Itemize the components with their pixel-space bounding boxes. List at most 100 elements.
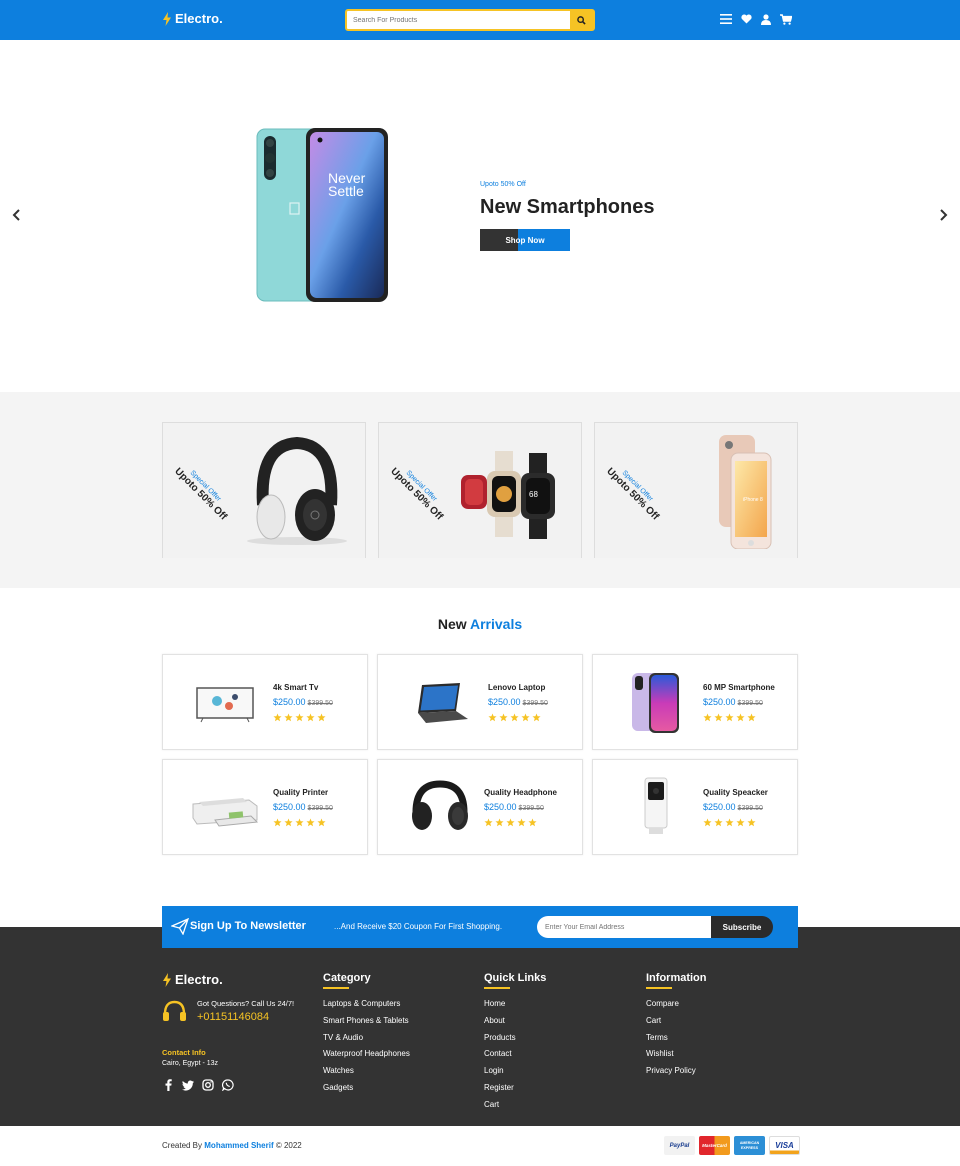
search-button[interactable] bbox=[570, 11, 593, 29]
footer-link[interactable]: TV & Audio bbox=[323, 1030, 410, 1047]
paper-plane-icon bbox=[171, 918, 189, 935]
paypal-icon: PayPal bbox=[664, 1136, 695, 1155]
arrivals-heading: New Arrivals bbox=[437, 616, 523, 632]
payment-methods: PayPal MasterCard AMERICAN EXPRESS VISA bbox=[664, 1136, 800, 1155]
offer-card-watches[interactable]: Special Offer Upoto 50% Off 68 bbox=[378, 422, 582, 558]
product-card[interactable]: Quality Speacker $250.00 $399.50 bbox=[592, 759, 798, 855]
product-name: Lenovo Laptop bbox=[488, 683, 546, 692]
product-card[interactable]: Lenovo Laptop $250.00 $399.50 bbox=[377, 654, 583, 750]
site-footer: Electro. Got Questions? Call Us 24/7! +0… bbox=[0, 927, 960, 1126]
rating-stars bbox=[703, 818, 768, 827]
search-input[interactable] bbox=[347, 11, 570, 29]
product-card[interactable]: Quality Printer $250.00 $399.50 bbox=[162, 759, 368, 855]
information-links: Compare Cart Terms Wishlist Privacy Poli… bbox=[646, 996, 707, 1080]
email-input[interactable] bbox=[537, 916, 711, 938]
heading-underline bbox=[646, 987, 672, 989]
product-price: $250.00 bbox=[488, 697, 521, 707]
iphone-image: iPhone 8 bbox=[719, 435, 772, 549]
footer-logo[interactable]: Electro. bbox=[162, 972, 223, 987]
product-info: 60 MP Smartphone $250.00 $399.50 bbox=[703, 683, 775, 722]
star-icon bbox=[506, 818, 515, 827]
footer-link[interactable]: Watches bbox=[323, 1063, 410, 1080]
star-icon bbox=[714, 713, 723, 722]
product-old-price: $399.50 bbox=[737, 805, 763, 812]
footer-link[interactable]: Compare bbox=[646, 996, 707, 1013]
offer-card-iphone[interactable]: Special Offer Upoto 50% Off iPhone 8 bbox=[594, 422, 798, 558]
footer-link[interactable]: Privacy Policy bbox=[646, 1063, 707, 1080]
footer-link[interactable]: Register bbox=[484, 1080, 546, 1097]
offer-card-headphones[interactable]: Special Offer Upoto 50% Off bbox=[162, 422, 366, 558]
product-info: 4k Smart Tv $250.00 $399.50 bbox=[273, 683, 333, 722]
star-icon bbox=[317, 713, 326, 722]
footer-link[interactable]: Wishlist bbox=[646, 1046, 707, 1063]
footer-link[interactable]: Cart bbox=[646, 1013, 707, 1030]
headphones-image bbox=[247, 436, 347, 545]
header-icons bbox=[720, 12, 792, 26]
whatsapp-icon[interactable] bbox=[222, 1079, 234, 1091]
support-text: Got Questions? Call Us 24/7! +0115114608… bbox=[197, 999, 294, 1023]
star-icon bbox=[747, 818, 756, 827]
author-link[interactable]: Mohammed Sherif bbox=[204, 1141, 273, 1150]
footer-quick-links: Quick Links Home About Products Contact … bbox=[484, 972, 546, 1114]
product-old-price: $399.50 bbox=[522, 700, 548, 707]
bottom-bar: Created By Mohammed Sherif © 2022 PayPal… bbox=[0, 1126, 960, 1166]
rating-stars bbox=[273, 713, 333, 722]
newsletter-bar: Sign Up To Newsletter ...And Receive $20… bbox=[162, 906, 798, 948]
heart-icon[interactable] bbox=[740, 12, 752, 26]
chevron-right-icon[interactable] bbox=[936, 208, 950, 222]
offer-label: Special Offer Upoto 50% Off bbox=[388, 465, 445, 523]
facebook-icon[interactable] bbox=[162, 1079, 174, 1091]
footer-link[interactable]: Cart bbox=[484, 1097, 546, 1114]
footer-link[interactable]: Login bbox=[484, 1063, 546, 1080]
product-name: Quality Printer bbox=[273, 788, 329, 797]
brand-name: Electro. bbox=[175, 11, 223, 26]
footer-link[interactable]: Home bbox=[484, 996, 546, 1013]
quick-links-list: Home About Products Contact Login Regist… bbox=[484, 996, 546, 1114]
star-icon bbox=[295, 818, 304, 827]
information-heading: Information bbox=[646, 972, 707, 984]
product-card[interactable]: 60 MP Smartphone $250.00 $399.50 bbox=[592, 654, 798, 750]
product-price: $250.00 bbox=[273, 802, 306, 812]
support-block: Got Questions? Call Us 24/7! +0115114608… bbox=[162, 999, 294, 1023]
footer-link[interactable]: Contact bbox=[484, 1046, 546, 1063]
menu-icon[interactable] bbox=[720, 12, 732, 26]
footer-link[interactable]: Laptops & Computers bbox=[323, 996, 410, 1013]
shop-now-button[interactable]: Shop Now bbox=[480, 229, 570, 251]
star-icon bbox=[317, 818, 326, 827]
svg-text:68: 68 bbox=[529, 490, 538, 499]
support-phone[interactable]: +01151146084 bbox=[197, 1011, 294, 1023]
search-icon bbox=[577, 15, 586, 25]
header-logo[interactable]: Electro. bbox=[162, 11, 223, 26]
product-card[interactable]: Quality Headphone $250.00 $399.50 bbox=[377, 759, 583, 855]
twitter-icon[interactable] bbox=[182, 1079, 194, 1091]
footer-link[interactable]: Gadgets bbox=[323, 1080, 410, 1097]
user-icon[interactable] bbox=[760, 12, 772, 26]
star-icon bbox=[725, 818, 734, 827]
subscribe-button[interactable]: Subscribe bbox=[711, 916, 773, 938]
star-icon bbox=[747, 713, 756, 722]
product-card[interactable]: 4k Smart Tv $250.00 $399.50 bbox=[162, 654, 368, 750]
svg-text:iPhone 8: iPhone 8 bbox=[743, 497, 763, 503]
star-icon bbox=[499, 713, 508, 722]
star-icon bbox=[725, 713, 734, 722]
footer-link[interactable]: Products bbox=[484, 1030, 546, 1047]
product-price: $250.00 bbox=[273, 697, 306, 707]
product-price: $250.00 bbox=[703, 697, 736, 707]
star-icon bbox=[736, 713, 745, 722]
category-links: Laptops & Computers Smart Phones & Table… bbox=[323, 996, 410, 1097]
cart-icon[interactable] bbox=[780, 12, 792, 26]
star-icon bbox=[703, 818, 712, 827]
product-info: Quality Printer $250.00 $399.50 bbox=[273, 788, 333, 827]
hero-subtitle: Upoto 50% Off bbox=[480, 181, 526, 188]
footer-link[interactable]: Waterproof Headphones bbox=[323, 1046, 410, 1063]
star-icon bbox=[273, 713, 282, 722]
product-old-price: $399.50 bbox=[307, 700, 333, 707]
offer-label: Special Offer Upoto 50% Off bbox=[604, 465, 661, 523]
footer-link[interactable]: Terms bbox=[646, 1030, 707, 1047]
footer-link[interactable]: About bbox=[484, 1013, 546, 1030]
footer-link[interactable]: Smart Phones & Tablets bbox=[323, 1013, 410, 1030]
rating-stars bbox=[488, 713, 548, 722]
contact-address: Cairo, Egypt - 13z bbox=[162, 1060, 219, 1067]
chevron-left-icon[interactable] bbox=[10, 208, 24, 222]
instagram-icon[interactable] bbox=[202, 1079, 214, 1091]
